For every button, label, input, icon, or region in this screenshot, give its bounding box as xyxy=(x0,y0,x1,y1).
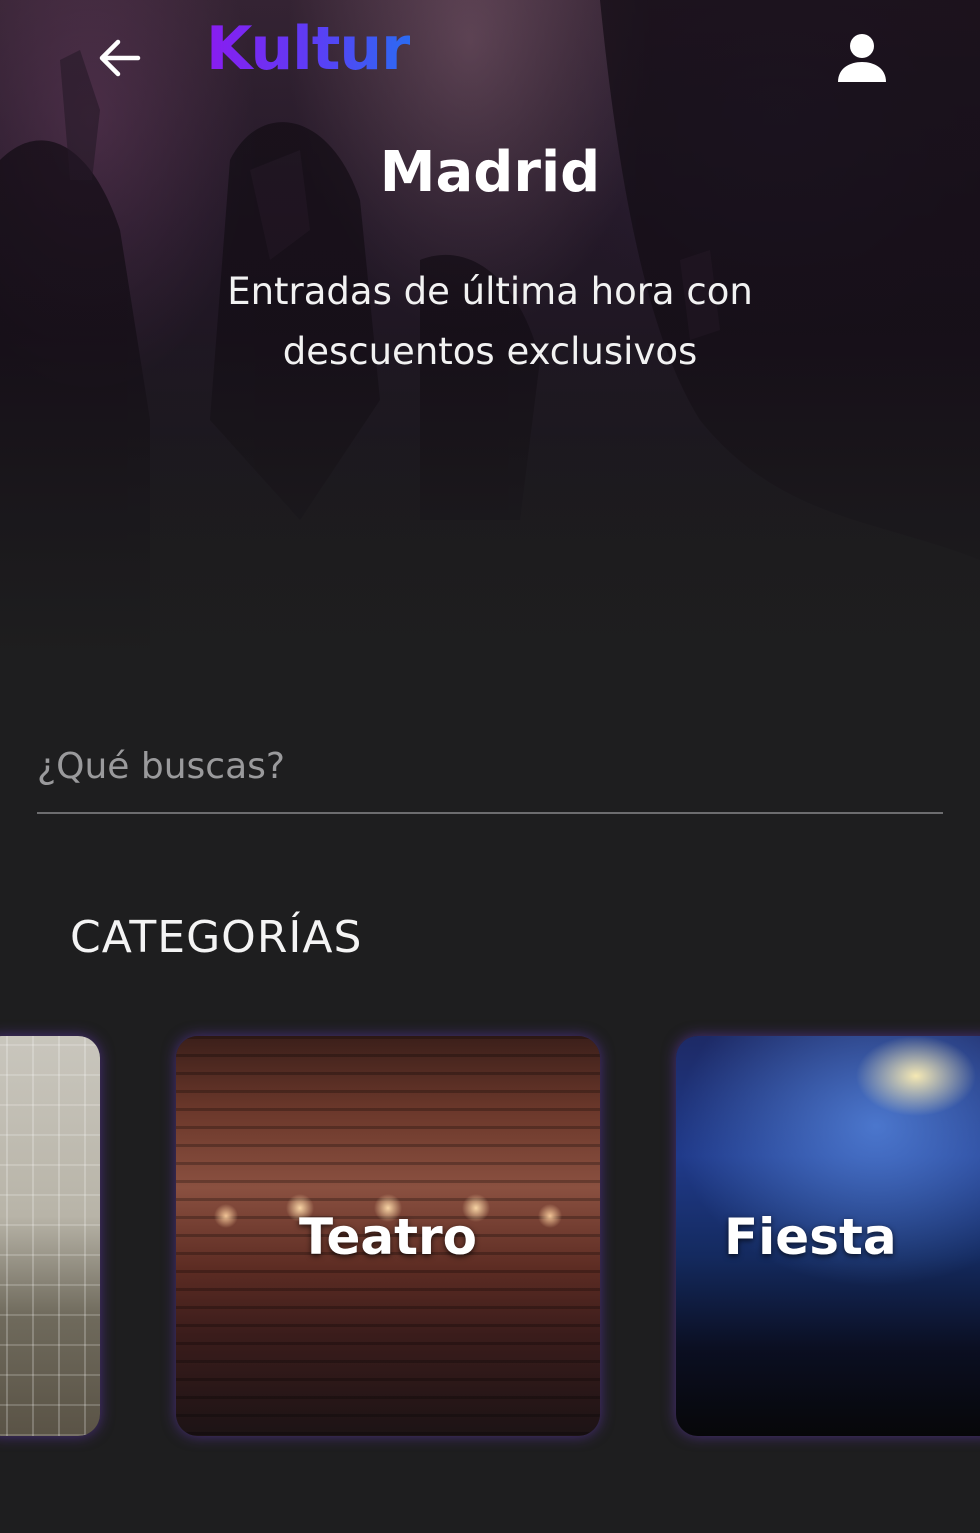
category-label: Fiesta xyxy=(724,1208,897,1266)
profile-button[interactable] xyxy=(832,28,892,88)
search-input[interactable] xyxy=(37,720,943,814)
category-image xyxy=(0,1036,100,1436)
category-card-museum[interactable] xyxy=(0,1036,100,1436)
screen: Kultur Madrid Entradas de última hora co… xyxy=(0,0,980,1533)
hero-subtitle: Entradas de última hora con descuentos e… xyxy=(227,270,753,373)
back-button[interactable] xyxy=(94,32,146,84)
category-card-fiesta[interactable]: Fiesta xyxy=(676,1036,980,1436)
city-title: Madrid xyxy=(379,140,601,205)
user-icon xyxy=(838,34,886,82)
categories-heading: CATEGORÍAS xyxy=(70,912,363,963)
category-card-teatro[interactable]: Teatro xyxy=(176,1036,600,1436)
brand-logo[interactable]: Kultur xyxy=(206,14,411,84)
arrow-left-icon xyxy=(99,39,141,77)
category-label: Teatro xyxy=(298,1208,478,1266)
